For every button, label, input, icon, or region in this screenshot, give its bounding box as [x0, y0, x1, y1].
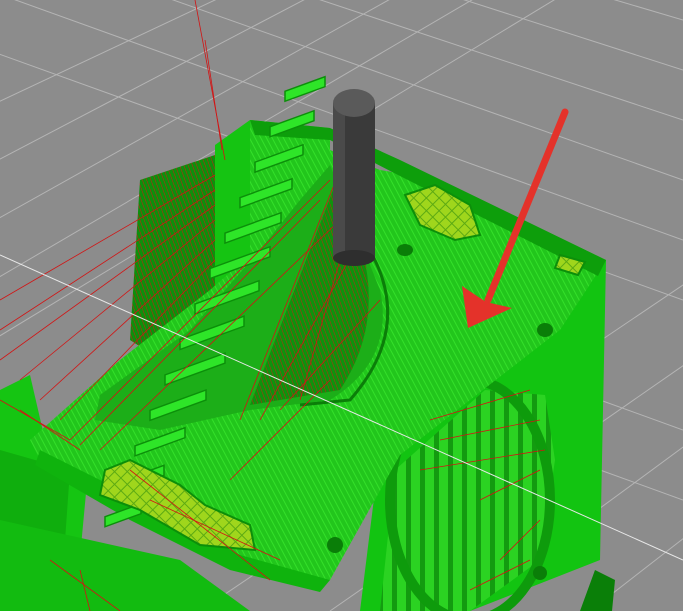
- preview-viewport[interactable]: [0, 0, 683, 611]
- nozzle-icon: [333, 89, 375, 266]
- toolpath-canvas: [0, 0, 683, 611]
